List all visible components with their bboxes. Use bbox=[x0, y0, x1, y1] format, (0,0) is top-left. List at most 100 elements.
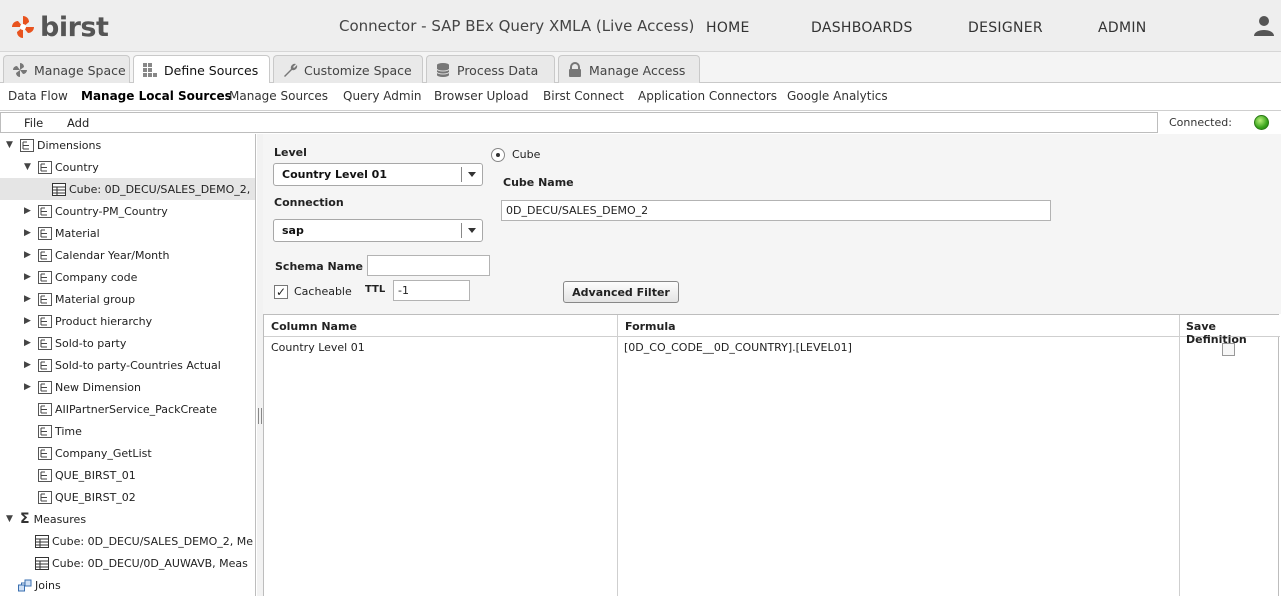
hierarchy-icon bbox=[38, 336, 52, 350]
grid-column-divider bbox=[1179, 315, 1180, 596]
tree-item-product-hierarchy[interactable]: ▶ Product hierarchy bbox=[24, 310, 152, 332]
subnav-query-admin[interactable]: Query Admin bbox=[343, 89, 422, 103]
subnav-google-analytics[interactable]: Google Analytics bbox=[787, 89, 888, 103]
save-definition-checkbox[interactable] bbox=[1222, 343, 1235, 356]
subnav-browser-upload[interactable]: Browser Upload bbox=[434, 89, 529, 103]
pinwheel-icon bbox=[13, 63, 27, 77]
tree-item-new-dimension[interactable]: ▶ New Dimension bbox=[24, 376, 141, 398]
tree-item-sold-to-countries[interactable]: ▶ Sold-to party-Countries Actual bbox=[24, 354, 221, 376]
tree-measures[interactable]: ▼ Σ Measures bbox=[6, 508, 86, 530]
tree-item-sold-to-party[interactable]: ▶ Sold-to party bbox=[24, 332, 126, 354]
tab-process-data[interactable]: Process Data bbox=[426, 55, 555, 84]
hierarchy-icon bbox=[38, 160, 52, 174]
level-select-value: Country Level 01 bbox=[282, 168, 387, 181]
tree-item-measure-cube-1[interactable]: Cube: 0D_DECU/SALES_DEMO_2, Me bbox=[35, 530, 253, 552]
grid-header-formula[interactable]: Formula bbox=[618, 315, 1180, 337]
tree-label: Product hierarchy bbox=[55, 314, 153, 328]
level-label: Level bbox=[274, 146, 307, 159]
menu-add[interactable]: Add bbox=[67, 116, 89, 130]
expanded-arrow-icon[interactable]: ▼ bbox=[6, 140, 16, 150]
tree-dimensions[interactable]: ▼ Dimensions bbox=[6, 134, 101, 156]
collapsed-arrow-icon[interactable]: ▶ bbox=[24, 206, 34, 216]
advanced-filter-button[interactable]: Advanced Filter bbox=[563, 281, 679, 303]
tree-item-que-birst-02[interactable]: QUE_BIRST_02 bbox=[38, 486, 136, 508]
grid-column-divider bbox=[617, 315, 618, 596]
tree-item-company-getlist[interactable]: Company_GetList bbox=[38, 442, 152, 464]
joins-icon bbox=[18, 579, 32, 591]
tab-label: Manage Access bbox=[589, 62, 686, 78]
cube-name-input[interactable]: 0D_DECU/SALES_DEMO_2 bbox=[501, 200, 1051, 221]
tree-item-aiipartner[interactable]: AIIPartnerService_PackCreate bbox=[38, 398, 217, 420]
user-icon[interactable] bbox=[1253, 14, 1275, 39]
tree-item-material[interactable]: ▶ Material bbox=[24, 222, 100, 244]
hierarchy-icon bbox=[38, 490, 52, 504]
tree-item-measure-cube-2[interactable]: Cube: 0D_DECU/0D_AUWAVB, Meas bbox=[35, 552, 248, 574]
tree-item-company-code[interactable]: ▶ Company code bbox=[24, 266, 137, 288]
splitter-grip-icon[interactable] bbox=[258, 408, 262, 424]
subnav-application-connectors[interactable]: Application Connectors bbox=[638, 89, 777, 103]
collapsed-arrow-icon[interactable]: ▶ bbox=[24, 382, 34, 392]
menu-file[interactable]: File bbox=[24, 116, 43, 130]
main-tabbar: Manage Space Define Sources Customize Sp… bbox=[0, 52, 1281, 84]
grid-icon bbox=[143, 63, 157, 77]
connection-select[interactable]: sap bbox=[273, 219, 483, 242]
ttl-input[interactable]: -1 bbox=[393, 280, 470, 301]
collapsed-arrow-icon[interactable]: ▶ bbox=[24, 272, 34, 282]
tree-item-country[interactable]: ▼ Country bbox=[24, 156, 99, 178]
table-icon bbox=[35, 556, 49, 570]
tree-joins[interactable]: Joins bbox=[18, 574, 61, 596]
tab-manage-space[interactable]: Manage Space bbox=[3, 55, 130, 84]
cell-column-name[interactable]: Country Level 01 bbox=[271, 341, 365, 354]
collapsed-arrow-icon[interactable]: ▶ bbox=[24, 360, 34, 370]
schema-name-input[interactable] bbox=[367, 255, 490, 276]
collapsed-arrow-icon[interactable]: ▶ bbox=[24, 294, 34, 304]
collapsed-arrow-icon[interactable]: ▶ bbox=[24, 338, 34, 348]
tree-label: Calendar Year/Month bbox=[55, 248, 170, 262]
tree-item-calendar[interactable]: ▶ Calendar Year/Month bbox=[24, 244, 169, 266]
source-properties-form: Level Country Level 01 Cube Cube Name 0D… bbox=[263, 134, 1281, 314]
cacheable-checkbox[interactable]: ✓ bbox=[274, 285, 288, 299]
collapsed-arrow-icon[interactable]: ▶ bbox=[24, 228, 34, 238]
tab-label: Process Data bbox=[457, 62, 539, 78]
select-separator bbox=[461, 167, 462, 182]
tree-item-cube-selected[interactable]: Cube: 0D_DECU/SALES_DEMO_2, bbox=[0, 178, 255, 200]
expanded-arrow-icon[interactable]: ▼ bbox=[6, 514, 16, 524]
tree-label: Cube: 0D_DECU/0D_AUWAVB, Meas bbox=[52, 556, 248, 570]
grid-header-save-definition[interactable]: Save Definition bbox=[1180, 315, 1280, 346]
nav-dashboards[interactable]: DASHBOARDS bbox=[811, 20, 913, 36]
hierarchy-icon bbox=[38, 292, 52, 306]
expanded-arrow-icon[interactable]: ▼ bbox=[24, 162, 34, 172]
wrench-icon bbox=[284, 63, 298, 77]
tree-item-time[interactable]: Time bbox=[38, 420, 82, 442]
tree-item-country-pm[interactable]: ▶ Country-PM_Country bbox=[24, 200, 168, 222]
birst-logo[interactable]: birst bbox=[10, 12, 109, 43]
tab-define-sources[interactable]: Define Sources bbox=[133, 55, 270, 84]
cube-name-label: Cube Name bbox=[503, 176, 574, 189]
subnav-birst-connect[interactable]: Birst Connect bbox=[543, 89, 624, 103]
chevron-down-icon bbox=[468, 172, 476, 177]
cube-radio[interactable] bbox=[491, 148, 505, 162]
tree-label: Material bbox=[55, 226, 100, 240]
collapsed-arrow-icon[interactable]: ▶ bbox=[24, 316, 34, 326]
subnav-data-flow[interactable]: Data Flow bbox=[8, 89, 68, 103]
connection-select-value: sap bbox=[282, 224, 304, 237]
subnav-manage-local-sources[interactable]: Manage Local Sources bbox=[81, 89, 232, 103]
tree-item-que-birst-01[interactable]: QUE_BIRST_01 bbox=[38, 464, 136, 486]
grid-header-column-name[interactable]: Column Name bbox=[264, 315, 618, 337]
collapsed-arrow-icon[interactable]: ▶ bbox=[24, 250, 34, 260]
tree-label: Cube: 0D_DECU/SALES_DEMO_2, Me bbox=[52, 534, 254, 548]
connection-label: Connection bbox=[274, 196, 344, 209]
nav-designer[interactable]: DESIGNER bbox=[968, 20, 1043, 36]
level-select[interactable]: Country Level 01 bbox=[273, 163, 483, 186]
tab-manage-access[interactable]: Manage Access bbox=[558, 55, 700, 84]
tab-customize-space[interactable]: Customize Space bbox=[273, 55, 423, 84]
nav-admin[interactable]: ADMIN bbox=[1098, 20, 1147, 36]
subnav-manage-sources[interactable]: Manage Sources bbox=[229, 89, 328, 103]
tree-item-material-group[interactable]: ▶ Material group bbox=[24, 288, 135, 310]
nav-home[interactable]: HOME bbox=[706, 20, 750, 36]
tree-label: Dimensions bbox=[37, 138, 102, 152]
tree-label: Sold-to party-Countries Actual bbox=[55, 358, 221, 372]
cell-formula[interactable]: [0D_CO_CODE__0D_COUNTRY].[LEVEL01] bbox=[624, 341, 852, 354]
table-icon bbox=[52, 182, 66, 196]
hierarchy-icon bbox=[38, 446, 52, 460]
